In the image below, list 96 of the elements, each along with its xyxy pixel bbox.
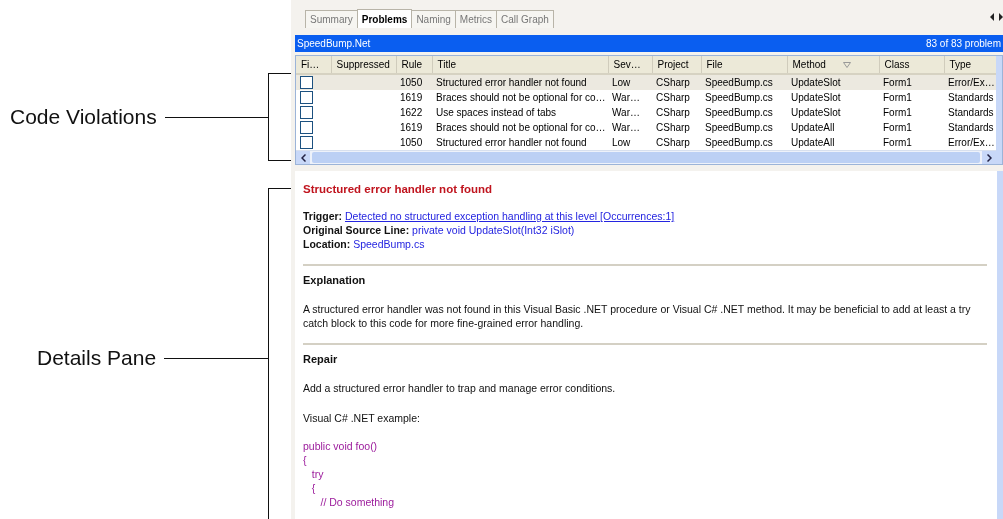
trigger-link[interactable]: Detected no structured exception handling at this level [Occurrences:1]	[345, 210, 675, 222]
checkbox[interactable]	[300, 91, 313, 104]
table-cell: UpdateSlot	[791, 92, 841, 103]
table-cell: Low	[612, 137, 631, 148]
annotation-label: Code Violations	[10, 105, 157, 129]
section-heading: Repair	[303, 353, 339, 365]
table-cell: Error/Ex…	[948, 77, 995, 88]
table-cell: UpdateAll	[791, 122, 835, 133]
table-cell: Form1	[883, 107, 912, 118]
column-header[interactable]: Method	[787, 56, 879, 74]
vertical-scrollbar[interactable]	[996, 56, 1002, 164]
tab[interactable]: Call Graph	[496, 10, 554, 28]
table-cell: War…	[612, 122, 640, 133]
table-cell: 1050	[400, 137, 423, 148]
table-cell: 1050	[400, 77, 423, 88]
scroll-right-icon[interactable]	[999, 13, 1003, 21]
table-cell: SpeedBump.cs	[705, 137, 773, 148]
column-header[interactable]: Type	[944, 56, 996, 74]
table-cell: Standards	[948, 107, 994, 118]
problem-count: 83 of 83 problem	[925, 38, 1001, 49]
table-cell: SpeedBump.cs	[705, 77, 773, 88]
column-header[interactable]: Project	[652, 56, 701, 74]
column-header[interactable]: Fi…	[296, 56, 331, 74]
code-line: public void foo()	[303, 439, 379, 453]
tab[interactable]: Summary	[305, 10, 358, 28]
table-cell: 1622	[400, 107, 423, 118]
column-header[interactable]: Class	[879, 56, 944, 74]
table-cell: Use spaces instead of tabs	[436, 107, 557, 118]
table-cell: CSharp	[656, 107, 690, 118]
column-header[interactable]: Suppressed	[331, 56, 396, 74]
paragraph: A structured error handler was not found in this Visual Basic .NET procedure or Visual C# .NET method. It may be beneficial to add at least a try catch block to this code for more fine-grained error handling.	[303, 302, 972, 330]
table-cell: 1619	[400, 92, 423, 103]
table-cell: Error/Ex…	[948, 137, 995, 148]
table-cell: Standards	[948, 122, 994, 133]
column-header[interactable]: Title	[432, 56, 608, 74]
paragraph: Add a structured error handler to trap and manage error conditions.	[303, 381, 617, 395]
checkbox[interactable]	[300, 106, 313, 119]
table-row[interactable]: 1619 Braces should not be optional for co… War… CSharp SpeedBump.cs UpdateAll Form1 Standards	[296, 120, 996, 135]
table-cell: Form1	[883, 137, 912, 148]
scrollbar-thumb[interactable]	[312, 152, 980, 163]
chevron-left-icon	[300, 153, 306, 162]
vertical-scrollbar[interactable]	[997, 171, 1003, 519]
table-cell: Braces should not be optional for co…	[436, 122, 606, 133]
table-cell: Form1	[883, 77, 912, 88]
table-cell: Structured error handler not found	[436, 77, 587, 88]
field-value: private void UpdateSlot(Int32 iSlot)	[412, 224, 575, 236]
annotation-label: Details Pane	[37, 346, 157, 370]
problem-title: Structured error handler not found	[303, 183, 494, 195]
sort-icon	[842, 62, 851, 68]
chevron-right-icon	[986, 153, 992, 162]
code-line: {	[303, 453, 308, 467]
table-cell: Braces should not be optional for co…	[436, 92, 606, 103]
table-cell: UpdateSlot	[791, 77, 841, 88]
table-cell: Structured error handler not found	[436, 137, 587, 148]
tab[interactable]: Problems	[356, 9, 413, 28]
field-label: Location:	[303, 238, 351, 250]
scroll-left-button[interactable]	[296, 151, 310, 164]
table-row[interactable]: 1050 Structured error handler not found Low CSharp SpeedBump.cs UpdateAll Form1 Error/Ex…	[296, 135, 996, 150]
code-line: {	[310, 481, 317, 495]
column-header[interactable]: Sev…	[608, 56, 652, 74]
table-row[interactable]: 1619 Braces should not be optional for co… War… CSharp SpeedBump.cs UpdateSlot Form1 Standards	[296, 90, 996, 105]
field-label: Original Source Line:	[303, 224, 410, 236]
table-cell: Standards	[948, 92, 994, 103]
table-cell: Form1	[883, 92, 912, 103]
scroll-left-icon[interactable]	[989, 13, 995, 21]
table-cell: SpeedBump.cs	[705, 122, 773, 133]
table-cell: CSharp	[656, 77, 690, 88]
table-row[interactable]: 1050 Structured error handler not found Low CSharp SpeedBump.cs UpdateSlot Form1 Error/Ex…	[296, 74, 996, 90]
field-label: Trigger:	[303, 210, 343, 222]
table-cell: 1619	[400, 122, 423, 133]
table-cell: UpdateAll	[791, 137, 835, 148]
table-cell: Form1	[883, 122, 912, 133]
project-title: SpeedBump.Net	[297, 38, 371, 49]
checkbox[interactable]	[300, 76, 313, 89]
table-cell: SpeedBump.cs	[705, 107, 773, 118]
checkbox[interactable]	[300, 136, 313, 149]
column-header[interactable]: Rule	[396, 56, 432, 74]
table-cell: War…	[612, 92, 640, 103]
paragraph: Visual C# .NET example:	[303, 411, 421, 425]
table-cell: UpdateSlot	[791, 107, 841, 118]
section-heading: Explanation	[303, 274, 367, 286]
table-cell: Low	[612, 77, 631, 88]
column-header[interactable]: File	[701, 56, 787, 74]
tab[interactable]: Naming	[411, 10, 456, 28]
table-cell: War…	[612, 107, 640, 118]
table-cell: SpeedBump.cs	[705, 92, 773, 103]
scroll-right-button[interactable]	[982, 151, 996, 164]
table-cell: CSharp	[656, 137, 690, 148]
field-value: SpeedBump.cs	[353, 238, 425, 250]
table-cell: CSharp	[656, 92, 690, 103]
checkbox[interactable]	[300, 121, 313, 134]
horizontal-scrollbar[interactable]	[296, 150, 996, 164]
table-row[interactable]: 1622 Use spaces instead of tabs War… CSharp SpeedBump.cs UpdateSlot Form1 Standards	[296, 105, 996, 120]
table-cell: CSharp	[656, 122, 690, 133]
code-line: try	[310, 467, 325, 481]
code-line: // Do something	[319, 495, 396, 509]
